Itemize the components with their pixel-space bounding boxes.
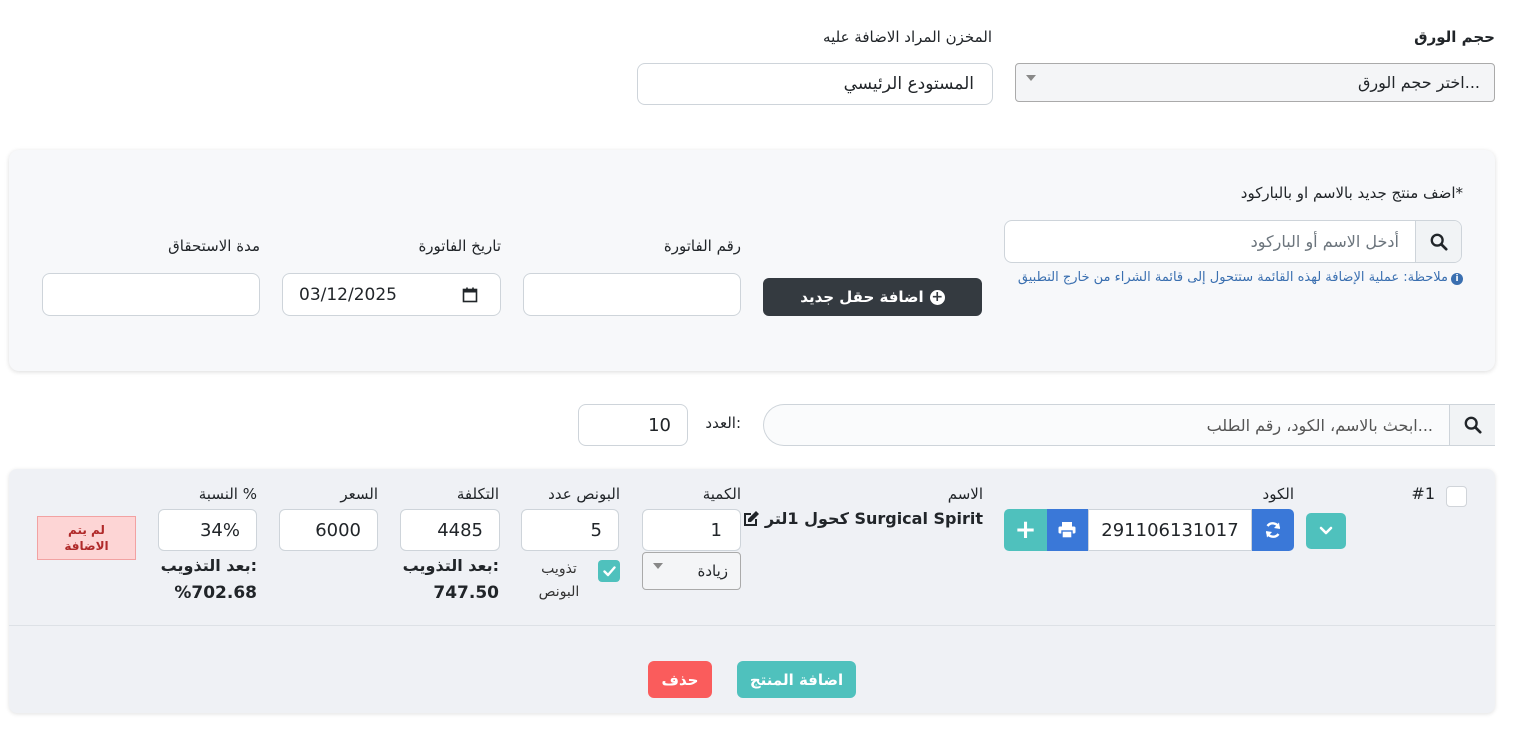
check-icon (602, 565, 616, 576)
warehouse-label: المخزن المراد الاضافة عليه (823, 28, 992, 46)
chevron-down-icon (1026, 75, 1036, 81)
printer-icon (1058, 522, 1076, 539)
list-search-input[interactable]: ابحث بالاسم، الكود، رقم الطلب... (763, 404, 1495, 446)
warehouse-field[interactable]: المستودع الرئيسي (637, 63, 993, 105)
chevron-down-icon (653, 563, 663, 569)
product-search-input[interactable]: أدخل الاسم أو الباركود (1004, 220, 1462, 263)
search-icon (1430, 233, 1448, 251)
list-search-icon-box[interactable] (1449, 405, 1495, 445)
calendar-icon[interactable] (462, 287, 478, 303)
invoice-number-input[interactable] (523, 273, 741, 316)
price-input[interactable]: 6000 (279, 509, 378, 551)
cost-after-value: 747.50 (433, 583, 499, 603)
bonus-input[interactable]: 5 (521, 509, 619, 551)
status-badge: لم يتم الاضافة (37, 516, 136, 560)
info-note-text: ملاحظة: عملية الإضافة لهذه القائمة ستتحو… (1017, 270, 1448, 285)
pct-input[interactable]: 34% (158, 509, 257, 551)
expand-button[interactable] (1306, 513, 1346, 549)
refresh-code-button[interactable] (1251, 509, 1294, 551)
price-label: السعر (340, 485, 378, 503)
count-label: العدد: (705, 414, 741, 432)
add-product-button[interactable]: اضافة المنتج (737, 661, 856, 698)
qty-label: الكمية (702, 485, 741, 503)
paper-size-label: حجم الورق (1414, 28, 1495, 46)
add-field-button[interactable]: + اضافة حقل جديد (763, 278, 982, 316)
code-label: الكود (1262, 485, 1294, 503)
plus-icon: + (1014, 515, 1037, 545)
plus-circle-icon: + (929, 288, 945, 305)
item-index: #1 (1411, 484, 1435, 503)
row-checkbox[interactable] (1446, 486, 1467, 507)
invoice-number-label: رقم الفاتورة (663, 237, 741, 255)
chevron-down-icon (1319, 526, 1333, 535)
info-icon: i (1451, 273, 1463, 285)
product-search-placeholder: أدخل الاسم أو الباركود (1250, 232, 1399, 251)
invoice-date-input[interactable]: 03/12/2025 (282, 273, 501, 316)
print-button[interactable] (1046, 509, 1088, 551)
edit-icon[interactable] (742, 510, 760, 528)
bonus-dist-label: تذويب البونص (538, 561, 580, 600)
qty-mode-value: زيادة (697, 562, 728, 580)
cost-after-label: بعد التذويب: (402, 556, 499, 575)
paper-size-select[interactable]: اختر حجم الورق... (1015, 63, 1495, 102)
qty-mode-select[interactable]: زيادة (642, 552, 741, 590)
bonus-dist-checkbox[interactable] (598, 560, 620, 582)
delete-button[interactable]: حذف (648, 661, 712, 698)
pct-after-label: بعد التذويب: (160, 556, 257, 575)
product-search-label: اضف منتج جديد بالاسم او بالباركود* (1240, 184, 1463, 202)
product-name: Surgical Spirit كحول 1لتر (742, 509, 983, 528)
name-label: الاسم (947, 485, 983, 503)
add-code-button[interactable]: + (1004, 509, 1047, 551)
count-input[interactable]: 10 (578, 404, 688, 446)
invoice-date-value: 03/12/2025 (299, 284, 397, 305)
add-field-label: اضافة حقل جديد (800, 288, 924, 306)
paper-size-placeholder: اختر حجم الورق... (1357, 73, 1480, 92)
bonus-label: البونص عدد (548, 485, 620, 503)
product-name-text: Surgical Spirit كحول 1لتر (764, 509, 983, 528)
refresh-icon (1265, 522, 1280, 538)
info-note: iملاحظة: عملية الإضافة لهذه القائمة ستتح… (1013, 266, 1463, 289)
qty-input[interactable]: 1 (642, 509, 741, 551)
item-card-divider (9, 625, 1495, 626)
cost-label: التكلفة (456, 485, 499, 503)
invoice-date-label: تاريخ الفاتورة (418, 237, 501, 255)
due-period-label: مدة الاستحقاق (168, 237, 260, 255)
code-input[interactable]: 291106131017 (1088, 509, 1252, 551)
pct-after-value: %702.68 (174, 583, 257, 603)
search-icon (1464, 416, 1482, 434)
list-search-placeholder: ابحث بالاسم، الكود، رقم الطلب... (1206, 415, 1433, 435)
search-icon-box[interactable] (1415, 221, 1461, 262)
due-period-input[interactable] (42, 273, 260, 316)
pct-label: النسبة % (198, 485, 257, 503)
cost-input[interactable]: 4485 (400, 509, 500, 551)
